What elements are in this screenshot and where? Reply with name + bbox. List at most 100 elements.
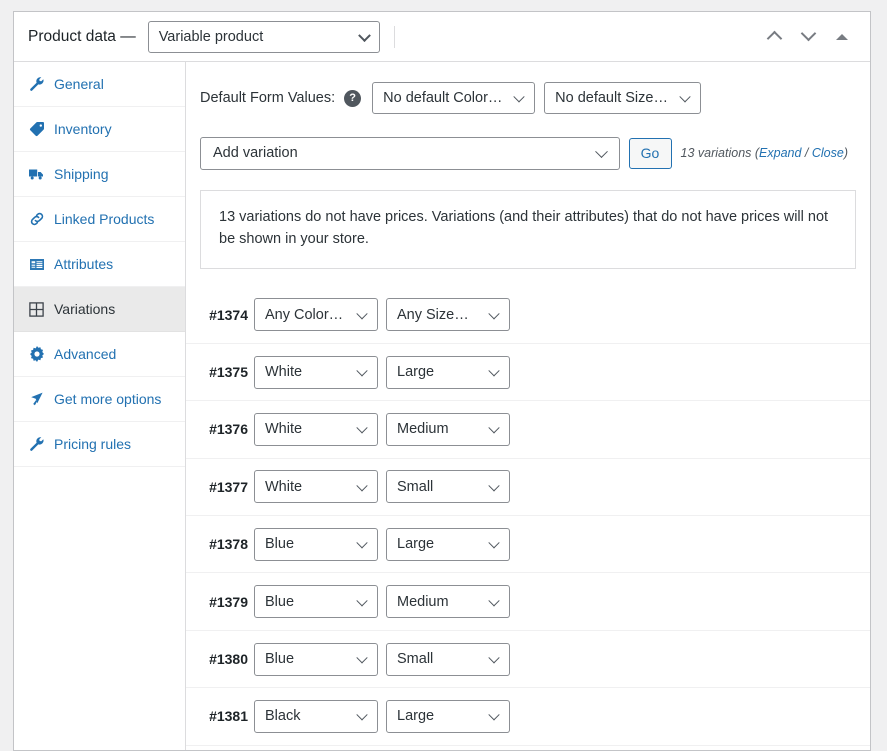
sidebar-item-pricing-rules[interactable]: Pricing rules bbox=[14, 422, 185, 467]
variation-color-value: Blue bbox=[265, 536, 295, 553]
table-row: #1378 Blue Large bbox=[186, 516, 870, 574]
move-up-button[interactable] bbox=[760, 23, 788, 51]
product-type-value: Variable product bbox=[158, 28, 264, 45]
variation-color-value: Any Color… bbox=[265, 306, 344, 323]
variation-size-select[interactable]: Medium bbox=[386, 412, 510, 446]
variation-size-value: Small bbox=[397, 651, 434, 668]
sidebar-item-attributes[interactable]: Attributes bbox=[14, 242, 185, 287]
variations-panel: Default Form Values: ? No default Color…… bbox=[186, 62, 870, 750]
default-size-select[interactable]: No default Size… bbox=[544, 82, 702, 114]
variation-size-select[interactable]: Small bbox=[386, 470, 510, 504]
sidebar-item-linked-products[interactable]: Linked Products bbox=[14, 197, 185, 242]
move-down-button[interactable] bbox=[794, 23, 822, 51]
add-variation-value: Add variation bbox=[213, 145, 298, 161]
variations-count: 13 variations (Expand / Close) bbox=[681, 146, 856, 160]
variation-color-value: Blue bbox=[265, 593, 295, 610]
table-row: #1374 Any Color… Any Size… bbox=[186, 287, 870, 344]
variation-color-select[interactable]: White bbox=[254, 412, 378, 446]
sidebar-item-inventory[interactable]: Inventory bbox=[14, 107, 185, 152]
sidebar-item-label: Advanced bbox=[54, 346, 117, 362]
chevron-down-icon bbox=[356, 422, 368, 434]
product-data-tabs: General Inventory Shipping Linked Produc… bbox=[14, 62, 186, 750]
panel-header: Product data — Variable product bbox=[14, 12, 870, 62]
variation-color-select[interactable]: Blue bbox=[254, 585, 378, 619]
tag-icon bbox=[28, 121, 45, 138]
chevron-down-icon bbox=[679, 91, 691, 103]
sidebar-item-label: Shipping bbox=[54, 166, 109, 182]
sidebar-item-advanced[interactable]: Advanced bbox=[14, 332, 185, 377]
variation-size-value: Large bbox=[397, 364, 435, 381]
default-color-select[interactable]: No default Color… bbox=[372, 82, 536, 114]
variation-size-value: Small bbox=[397, 478, 434, 495]
default-form-values-label: Default Form Values: bbox=[200, 90, 336, 106]
sidebar-item-label: Inventory bbox=[54, 121, 112, 137]
close-paren: ) bbox=[843, 146, 848, 160]
header-divider bbox=[393, 25, 395, 48]
sidebar-item-label: Variations bbox=[54, 301, 116, 317]
sidebar-item-label: General bbox=[54, 76, 104, 92]
variation-id: #1381 bbox=[209, 708, 248, 725]
variation-color-value: White bbox=[265, 364, 303, 381]
variation-color-value: White bbox=[265, 478, 303, 495]
variation-id: #1375 bbox=[209, 364, 248, 381]
wrench-icon bbox=[28, 76, 45, 93]
help-icon[interactable]: ? bbox=[344, 89, 362, 107]
chevron-down-icon bbox=[488, 652, 500, 664]
chevron-down-icon bbox=[356, 480, 368, 492]
default-size-value: No default Size… bbox=[555, 90, 668, 106]
chevron-down-icon bbox=[356, 365, 368, 377]
page-title: Product data — bbox=[28, 27, 136, 45]
chevron-down-icon bbox=[356, 537, 368, 549]
sidebar-item-label: Pricing rules bbox=[54, 436, 132, 452]
go-button[interactable]: Go bbox=[628, 137, 672, 169]
variation-color-select[interactable]: White bbox=[254, 470, 378, 504]
default-form-values-row: Default Form Values: ? No default Color…… bbox=[186, 62, 870, 132]
variation-id: #1374 bbox=[209, 306, 248, 323]
table-row: #1380 Blue Small bbox=[186, 631, 870, 689]
cursor-icon bbox=[28, 391, 45, 408]
table-row: #1377 White Small bbox=[186, 459, 870, 517]
variation-size-select[interactable]: Medium bbox=[386, 585, 510, 619]
sidebar-item-get-more-options[interactable]: Get more options bbox=[14, 377, 185, 422]
chevron-down-icon bbox=[488, 307, 500, 320]
variation-color-value: Blue bbox=[265, 651, 295, 668]
variation-color-select[interactable]: Any Color… bbox=[254, 298, 378, 332]
sidebar-item-label: Linked Products bbox=[54, 211, 155, 227]
default-color-value: No default Color… bbox=[383, 90, 503, 106]
variation-size-select[interactable]: Large bbox=[386, 527, 510, 561]
variation-size-select[interactable]: Small bbox=[386, 642, 510, 676]
triangle-up-icon bbox=[836, 33, 848, 40]
chevron-down-icon bbox=[488, 709, 500, 721]
link-separator: / bbox=[801, 146, 812, 160]
add-variation-select[interactable]: Add variation bbox=[200, 136, 620, 170]
gear-icon bbox=[28, 346, 45, 363]
variation-id: #1378 bbox=[209, 536, 248, 553]
chevron-down-icon bbox=[356, 307, 368, 320]
expand-link[interactable]: Expand bbox=[759, 146, 801, 160]
variation-color-select[interactable]: White bbox=[254, 355, 378, 389]
variation-size-select[interactable]: Any Size… bbox=[386, 298, 510, 332]
close-link[interactable]: Close bbox=[812, 146, 844, 160]
wrench-icon bbox=[28, 436, 45, 453]
variation-id: #1379 bbox=[209, 593, 248, 610]
sidebar-item-shipping[interactable]: Shipping bbox=[14, 152, 185, 197]
chevron-down-icon bbox=[594, 145, 608, 159]
collapse-panel-button[interactable] bbox=[828, 23, 856, 51]
variation-color-select[interactable]: Blue bbox=[254, 527, 378, 561]
chevron-up-icon bbox=[766, 30, 782, 47]
variation-size-select[interactable]: Large bbox=[386, 355, 510, 389]
variations-list: #1374 Any Color… Any Size… #1375 White L… bbox=[186, 287, 870, 746]
product-type-select[interactable]: Variable product bbox=[147, 20, 380, 53]
variation-id: #1380 bbox=[209, 651, 248, 668]
table-row: #1376 White Medium bbox=[186, 401, 870, 459]
chevron-down-icon bbox=[488, 480, 500, 492]
chevron-down-icon bbox=[357, 28, 371, 42]
sidebar-item-variations[interactable]: Variations bbox=[14, 287, 185, 332]
variation-id: #1376 bbox=[209, 421, 248, 438]
variation-size-value: Medium bbox=[397, 421, 449, 438]
variation-color-select[interactable]: Blue bbox=[254, 642, 378, 676]
sidebar-item-general[interactable]: General bbox=[14, 62, 185, 107]
variation-size-value: Large bbox=[397, 536, 435, 553]
chevron-down-icon bbox=[488, 422, 500, 434]
variation-color-value: White bbox=[265, 421, 303, 438]
